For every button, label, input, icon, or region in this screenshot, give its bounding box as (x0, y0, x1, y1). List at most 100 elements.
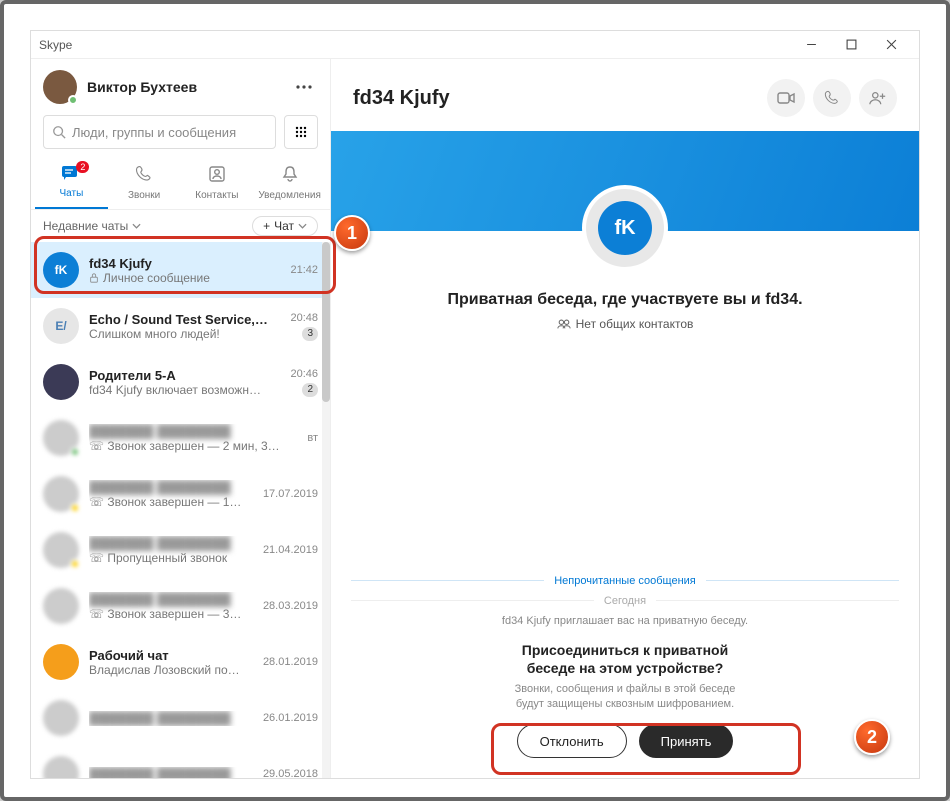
scrollbar-thumb[interactable] (322, 242, 330, 402)
add-participant-button[interactable] (859, 79, 897, 117)
tab-notifications-label: Уведомления (258, 190, 321, 201)
chat-name: fd34 Kjufy (89, 256, 280, 271)
tab-notifications[interactable]: Уведомления (253, 157, 326, 209)
no-common-contacts: Нет общих контактов (331, 317, 919, 331)
chat-name: ███████ ████████ (89, 536, 253, 551)
chat-item[interactable]: fK fd34 KjufyЛичное сообщение 21:42 (31, 242, 330, 298)
tab-calls-label: Звонки (128, 190, 160, 201)
date-separator: Сегодня (351, 595, 899, 607)
chat-item[interactable]: E/Echo / Sound Test Service,…Слишком мно… (31, 298, 330, 354)
maximize-icon (846, 39, 857, 50)
chat-preview: Владислав Лозовский по… (89, 663, 253, 677)
chat-preview: fd34 Kjufy включает возможн… (89, 383, 280, 397)
video-call-button[interactable] (767, 79, 805, 117)
chat-avatar (43, 420, 79, 456)
minimize-icon (806, 39, 817, 50)
tab-contacts[interactable]: Контакты (181, 157, 254, 209)
chat-avatar (43, 588, 79, 624)
profile-row[interactable]: Виктор Бухтеев (31, 59, 330, 115)
window-close-button[interactable] (871, 34, 911, 56)
chat-name: ███████ ████████ (89, 480, 253, 495)
presence-dot-icon (70, 559, 80, 569)
conversation-title: fd34 Kjufy (353, 87, 759, 110)
search-input[interactable]: Люди, группы и сообщения (43, 115, 276, 149)
close-icon (886, 39, 897, 50)
invite-text: fd34 Kjufy приглашает вас на приватную б… (351, 615, 899, 627)
window-minimize-button[interactable] (791, 34, 831, 56)
chat-avatar: fK (43, 252, 79, 288)
annotation-callout-1: 1 (334, 215, 370, 251)
chat-name: ███████ ████████ (89, 424, 297, 439)
chat-time: 21:42 (290, 264, 318, 276)
chat-item[interactable]: Рабочий чатВладислав Лозовский по… 28.01.… (31, 634, 330, 690)
join-question: Присоединиться к приватной беседе на это… (351, 641, 899, 679)
chat-time: 28.03.2019 (263, 600, 318, 612)
tab-chats[interactable]: 2 Чаты (35, 157, 108, 209)
chat-preview: ☏ Звонок завершен — 2 мин, 3… (89, 439, 297, 453)
chat-scrollbar[interactable] (322, 242, 330, 778)
video-icon (777, 92, 795, 104)
chat-name: Echo / Sound Test Service,… (89, 312, 280, 327)
chat-avatar (43, 364, 79, 400)
new-chat-button[interactable]: + Чат (252, 216, 318, 236)
chat-name: Родители 5-А (89, 368, 280, 383)
tab-chats-label: Чаты (59, 188, 83, 199)
chat-item[interactable]: ███████ ████████☏ Пропущенный звонок 21.0… (31, 522, 330, 578)
chat-time: 20:462 (290, 368, 318, 397)
chat-icon: 2 (61, 165, 81, 186)
chat-name: Рабочий чат (89, 648, 253, 663)
chat-preview: ☏ Звонок завершен — 1… (89, 495, 253, 509)
chat-name: ███████ ████████ (89, 592, 253, 607)
chevron-down-icon (132, 223, 141, 229)
chat-preview: Слишком много людей! (89, 327, 280, 341)
recent-chats-dropdown[interactable]: Недавние чаты (43, 219, 141, 233)
unread-badge: 2 (302, 383, 318, 397)
chat-time: 17.07.2019 (263, 488, 318, 500)
ellipsis-icon (296, 85, 312, 89)
phone-icon (824, 90, 840, 106)
chat-time: 20:483 (290, 312, 318, 341)
profile-name: Виктор Бухтеев (87, 79, 290, 95)
accept-button[interactable]: Принять (639, 724, 734, 758)
chat-time: 21.04.2019 (263, 544, 318, 556)
decline-button[interactable]: Отклонить (517, 724, 627, 758)
chat-avatar (43, 476, 79, 512)
private-conversation-headline: Приватная беседа, где участвуете вы и fd… (331, 291, 919, 309)
chat-time: 28.01.2019 (263, 656, 318, 668)
titlebar-title: Skype (39, 38, 791, 52)
avatar (43, 70, 77, 104)
chat-time: вт (307, 432, 318, 444)
tab-calls[interactable]: Звонки (108, 157, 181, 209)
chat-avatar (43, 532, 79, 568)
chevron-down-icon (298, 223, 307, 229)
nav-tabs: 2 Чаты Звонки Контакты Уведомления (31, 157, 330, 210)
presence-dot-icon (68, 95, 78, 105)
tab-contacts-label: Контакты (195, 190, 238, 201)
chat-name: ███████ ████████ (89, 711, 253, 726)
chat-item[interactable]: ███████ ████████29.05.2018 (31, 746, 330, 778)
chat-preview: ☏ Звонок завершен — 3… (89, 607, 253, 621)
more-button[interactable] (290, 73, 318, 101)
chat-avatar (43, 700, 79, 736)
unread-badge: 3 (302, 327, 318, 341)
lock-icon (89, 273, 99, 283)
chat-item[interactable]: ███████ ████████☏ Звонок завершен — 3… 28… (31, 578, 330, 634)
chat-avatar: E/ (43, 308, 79, 344)
chat-avatar (43, 644, 79, 680)
people-icon (557, 318, 571, 330)
conversation-panel: fd34 Kjufy fK Приватная беседа, где учас… (331, 59, 919, 778)
chat-item[interactable]: Родители 5-Аfd34 Kjufy включает возможн…… (31, 354, 330, 410)
chat-item[interactable]: ███████ ████████☏ Звонок завершен — 1… 17… (31, 466, 330, 522)
recent-chats-label: Недавние чаты (43, 219, 128, 233)
add-user-icon (869, 90, 887, 106)
new-chat-label: Чат (274, 219, 294, 233)
chat-item[interactable]: ███████ ████████26.01.2019 (31, 690, 330, 746)
audio-call-button[interactable] (813, 79, 851, 117)
chat-item[interactable]: ███████ ████████☏ Звонок завершен — 2 ми… (31, 410, 330, 466)
dialpad-button[interactable] (284, 115, 318, 149)
chat-preview: Личное сообщение (89, 271, 280, 285)
chat-preview: ☏ Пропущенный звонок (89, 551, 253, 565)
chats-badge: 2 (76, 161, 89, 173)
sidebar: Виктор Бухтеев Люди, группы и сообщения … (31, 59, 331, 778)
window-maximize-button[interactable] (831, 34, 871, 56)
